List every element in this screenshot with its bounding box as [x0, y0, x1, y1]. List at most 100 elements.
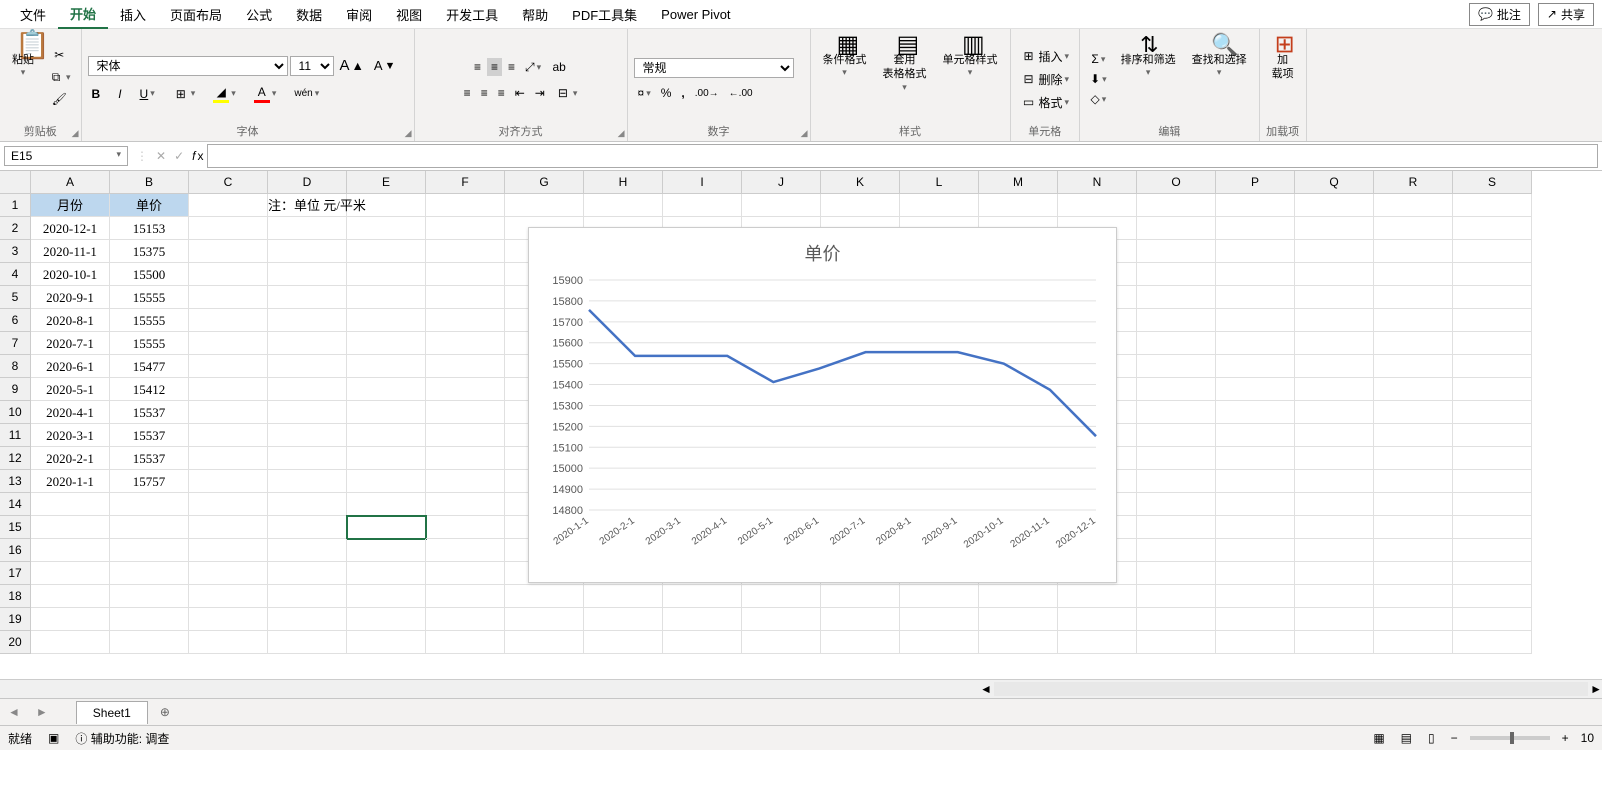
cell[interactable]: [426, 539, 505, 562]
cell[interactable]: [821, 608, 900, 631]
cell[interactable]: 2020-5-1: [31, 378, 110, 401]
cell[interactable]: [426, 608, 505, 631]
cell[interactable]: [1295, 516, 1374, 539]
cell[interactable]: 注：单位 元/平米: [268, 194, 347, 217]
wrap-text-button[interactable]: ab: [547, 57, 571, 77]
cell[interactable]: [189, 401, 268, 424]
menu-help[interactable]: 帮助: [510, 1, 560, 28]
sheet-tab-1[interactable]: Sheet1: [76, 701, 148, 724]
cell[interactable]: 15375: [110, 240, 189, 263]
cell[interactable]: [1453, 240, 1532, 263]
row-header[interactable]: 16: [0, 539, 31, 562]
cell[interactable]: [1216, 447, 1295, 470]
format-cells-button[interactable]: ▭格式▾: [1017, 92, 1074, 113]
row-header[interactable]: 18: [0, 585, 31, 608]
align-left-button[interactable]: ≡: [460, 84, 475, 102]
cell[interactable]: [1216, 424, 1295, 447]
underline-button[interactable]: U▾: [136, 85, 159, 103]
macro-record-icon[interactable]: ▣: [48, 731, 59, 745]
cell[interactable]: [268, 608, 347, 631]
menu-pivot[interactable]: Power Pivot: [649, 3, 742, 26]
row-header[interactable]: 17: [0, 562, 31, 585]
cell[interactable]: [1295, 539, 1374, 562]
name-box[interactable]: E15▾: [4, 146, 128, 166]
cell[interactable]: [268, 401, 347, 424]
find-select-button[interactable]: 🔍查找和选择▾: [1186, 33, 1253, 121]
cell[interactable]: [347, 194, 426, 217]
cell[interactable]: [1137, 309, 1216, 332]
cell[interactable]: [663, 631, 742, 654]
cell[interactable]: [31, 631, 110, 654]
cell[interactable]: [1216, 516, 1295, 539]
cell[interactable]: [1374, 539, 1453, 562]
cell[interactable]: [268, 332, 347, 355]
cell[interactable]: [1295, 401, 1374, 424]
cell[interactable]: [900, 194, 979, 217]
menu-data[interactable]: 数据: [284, 1, 334, 28]
cell[interactable]: [347, 240, 426, 263]
cell[interactable]: [110, 608, 189, 631]
column-header[interactable]: M: [979, 171, 1058, 194]
zoom-out-button[interactable]: −: [1447, 729, 1462, 747]
menu-home[interactable]: 开始: [58, 0, 108, 29]
cell[interactable]: [1453, 424, 1532, 447]
cell[interactable]: [1216, 493, 1295, 516]
column-header[interactable]: C: [189, 171, 268, 194]
cell[interactable]: [347, 217, 426, 240]
cell[interactable]: [1137, 470, 1216, 493]
cell[interactable]: [584, 194, 663, 217]
column-header[interactable]: B: [110, 171, 189, 194]
delete-cells-button[interactable]: ⊟删除▾: [1017, 69, 1074, 90]
row-header[interactable]: 4: [0, 263, 31, 286]
align-dialog-launcher[interactable]: ◢: [618, 128, 625, 139]
cell[interactable]: [821, 631, 900, 654]
column-header[interactable]: Q: [1295, 171, 1374, 194]
conditional-format-button[interactable]: ▦条件格式▾: [817, 33, 873, 121]
menu-view[interactable]: 视图: [384, 1, 434, 28]
pinyin-button[interactable]: wén▾: [290, 86, 323, 101]
cell[interactable]: [1216, 286, 1295, 309]
cell[interactable]: 15555: [110, 286, 189, 309]
cell[interactable]: [189, 332, 268, 355]
column-header[interactable]: O: [1137, 171, 1216, 194]
cell[interactable]: 2020-12-1: [31, 217, 110, 240]
cell[interactable]: [268, 539, 347, 562]
view-page-break-button[interactable]: ▯: [1424, 729, 1439, 747]
cell[interactable]: [1137, 240, 1216, 263]
cell[interactable]: [1295, 608, 1374, 631]
cell[interactable]: [1137, 539, 1216, 562]
currency-button[interactable]: ¤▾: [634, 84, 655, 102]
cell[interactable]: [347, 424, 426, 447]
cell[interactable]: [268, 263, 347, 286]
cell[interactable]: 15500: [110, 263, 189, 286]
cell[interactable]: [426, 631, 505, 654]
cell[interactable]: [347, 631, 426, 654]
cell[interactable]: [189, 424, 268, 447]
cell[interactable]: [1453, 378, 1532, 401]
cell[interactable]: [189, 608, 268, 631]
cell[interactable]: [1453, 562, 1532, 585]
cell[interactable]: [1137, 447, 1216, 470]
cell[interactable]: 15477: [110, 355, 189, 378]
cell[interactable]: 2020-9-1: [31, 286, 110, 309]
cell[interactable]: [110, 493, 189, 516]
cell[interactable]: [426, 424, 505, 447]
cell[interactable]: [821, 194, 900, 217]
cell[interactable]: [1295, 562, 1374, 585]
column-header[interactable]: P: [1216, 171, 1295, 194]
cell[interactable]: [1137, 608, 1216, 631]
cell[interactable]: [347, 286, 426, 309]
cell[interactable]: [505, 585, 584, 608]
cell[interactable]: [1137, 424, 1216, 447]
cell[interactable]: [426, 217, 505, 240]
cell[interactable]: [900, 608, 979, 631]
cell[interactable]: 2020-8-1: [31, 309, 110, 332]
row-header[interactable]: 13: [0, 470, 31, 493]
cell[interactable]: 15153: [110, 217, 189, 240]
cell[interactable]: [1453, 539, 1532, 562]
cell[interactable]: [268, 470, 347, 493]
cell[interactable]: [1295, 194, 1374, 217]
cell[interactable]: [1137, 585, 1216, 608]
column-header[interactable]: J: [742, 171, 821, 194]
cell[interactable]: [1137, 562, 1216, 585]
